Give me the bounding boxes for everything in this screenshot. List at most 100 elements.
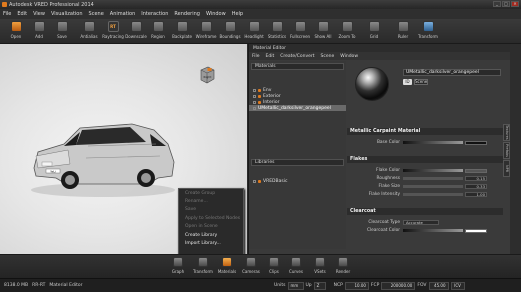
region-button[interactable]: Region <box>148 21 168 43</box>
menu-help[interactable]: Help <box>232 11 243 17</box>
expand-icon[interactable] <box>253 100 256 104</box>
maximize-button[interactable]: □ <box>502 1 510 7</box>
menu-item-import-library[interactable]: Import Library... <box>179 239 243 247</box>
scene-button[interactable]: Scene <box>414 79 428 85</box>
show-all-button[interactable]: Show All <box>313 21 333 43</box>
menu-view[interactable]: View <box>33 11 45 17</box>
fov-field[interactable]: 45.00 <box>428 281 449 290</box>
minimize-button[interactable]: _ <box>493 1 501 7</box>
downscale-button[interactable]: Downscale <box>125 21 147 43</box>
folder-icon <box>258 94 261 98</box>
units-select[interactable]: mm <box>287 281 304 290</box>
save-button[interactable]: Save <box>52 21 72 43</box>
flake-intensity-value[interactable]: 1.00 <box>465 192 487 197</box>
material-name-field[interactable]: UMetallic_darksilver_orangepeel <box>403 69 501 76</box>
grid-icon <box>368 21 380 32</box>
vsets-button[interactable]: VSets <box>310 257 330 274</box>
grid-button[interactable]: Grid <box>364 21 384 43</box>
menu-item-open-in-scene[interactable]: Open in Scene <box>179 223 243 231</box>
graph-button[interactable]: Graph <box>168 257 188 274</box>
tree-item-selected-material[interactable]: UMetallic_darksilver_orangepeel <box>249 105 346 111</box>
materials-button[interactable]: Materials <box>217 257 237 274</box>
editor-menu-edit[interactable]: Edit <box>266 54 275 59</box>
expand-icon[interactable] <box>253 179 256 183</box>
backplate-button[interactable]: Backplate <box>172 21 192 43</box>
section-header-clearcoat[interactable]: Clearcoat <box>347 208 503 215</box>
headlight-button[interactable]: Headlight <box>244 21 264 43</box>
editor-menu-scene[interactable]: Scene <box>321 54 335 59</box>
cameras-button[interactable]: Cameras <box>241 257 261 274</box>
close-button[interactable]: ✕ <box>511 1 519 7</box>
transform-icon <box>422 21 434 32</box>
materials-dropdown[interactable]: Materials <box>251 63 344 70</box>
library-item-vredbasic[interactable]: VREDBasic <box>249 178 346 184</box>
statistics-button[interactable]: Statistics <box>267 21 287 43</box>
clearcoat-color-slider[interactable] <box>403 229 463 232</box>
downscale-icon <box>130 21 142 32</box>
add-button[interactable]: Add <box>29 21 49 43</box>
fullscreen-button[interactable]: Fullscreen <box>290 21 310 43</box>
boundings-button[interactable]: Boundings <box>219 21 241 43</box>
section-header-metallic-carpaint[interactable]: Metallic Carpaint Material <box>347 128 503 135</box>
icv-button[interactable]: ICV <box>450 281 465 290</box>
menu-item-rename[interactable]: Rename... <box>179 197 243 205</box>
editor-menu-file[interactable]: File <box>252 54 260 59</box>
base-color-slider[interactable] <box>403 141 463 144</box>
roughness-value[interactable]: 0.15 <box>465 176 487 181</box>
tab-textures[interactable]: Textures <box>503 124 510 141</box>
menu-file[interactable]: File <box>3 11 11 17</box>
raytracing-button[interactable]: RT Raytracing <box>102 21 124 43</box>
flake-color-slider[interactable] <box>403 169 463 172</box>
flake-size-slider[interactable] <box>403 185 463 188</box>
clips-button[interactable]: Clips <box>264 257 284 274</box>
flake-size-value[interactable]: 0.33 <box>465 184 487 189</box>
id-badge[interactable]: ID <box>403 79 412 85</box>
zoom-to-button[interactable]: Zoom To <box>337 21 357 43</box>
clearcoat-type-select[interactable]: Accurate <box>403 220 439 225</box>
menu-item-save[interactable]: Save <box>179 206 243 214</box>
clearcoat-color-swatch[interactable] <box>465 228 487 233</box>
navigation-cube[interactable]: Right <box>199 66 215 84</box>
menu-interaction[interactable]: Interaction <box>141 11 168 17</box>
menu-animation[interactable]: Animation <box>110 11 136 17</box>
menu-item-apply-selected[interactable]: Apply to Selected Nodes <box>179 214 243 222</box>
flake-intensity-slider[interactable] <box>403 193 463 196</box>
boundings-icon <box>224 21 236 32</box>
editor-menu-window[interactable]: Window <box>340 54 358 59</box>
roughness-slider[interactable] <box>403 177 463 180</box>
expand-icon[interactable] <box>253 88 256 92</box>
menu-visualization[interactable]: Visualization <box>51 11 83 17</box>
editor-menu-create-convert[interactable]: Create/Convert <box>280 54 314 59</box>
antialias-button[interactable]: Antialias <box>79 21 99 43</box>
up-axis-select[interactable]: Z <box>313 281 326 290</box>
tab-prefabs[interactable]: Prefabs <box>503 142 510 159</box>
ruler-button[interactable]: Ruler <box>393 21 413 43</box>
window-controls: _ □ ✕ <box>493 1 519 7</box>
menu-window[interactable]: Window <box>206 11 226 17</box>
base-color-swatch[interactable] <box>465 140 487 145</box>
menu-scene[interactable]: Scene <box>89 11 104 17</box>
expand-icon[interactable] <box>253 94 256 98</box>
libraries-dropdown[interactable]: Libraries <box>251 159 344 166</box>
clips-icon <box>269 257 279 267</box>
memory-usage: 8138.0 MB <box>4 283 29 288</box>
menu-item-create-library[interactable]: Create Library <box>179 231 243 239</box>
transform-button[interactable]: Transform <box>418 21 438 43</box>
title-bar: Autodesk VRED Professional 2014 <box>0 0 521 9</box>
wireframe-button[interactable]: Wireframe <box>196 21 216 43</box>
menu-edit[interactable]: Edit <box>17 11 27 17</box>
flake-color-swatch[interactable] <box>465 168 487 173</box>
render-icon <box>338 257 348 267</box>
menu-item-create-group[interactable]: Create Group <box>179 189 243 197</box>
open-button[interactable]: Open <box>6 21 26 43</box>
tab-npr[interactable]: NPR <box>503 160 510 177</box>
menu-rendering[interactable]: Rendering <box>174 11 200 17</box>
transform-module-button[interactable]: Transform <box>193 257 213 274</box>
flake-color-row: Flake Color <box>347 167 503 174</box>
render-button[interactable]: Render <box>333 257 353 274</box>
curves-button[interactable]: Curves <box>286 257 306 274</box>
section-header-flakes[interactable]: Flakes <box>347 156 503 163</box>
fcp-field[interactable]: 200000.00 <box>381 281 416 290</box>
fcp-label: FCP <box>370 283 380 288</box>
ncp-field[interactable]: 10.00 <box>344 281 369 290</box>
